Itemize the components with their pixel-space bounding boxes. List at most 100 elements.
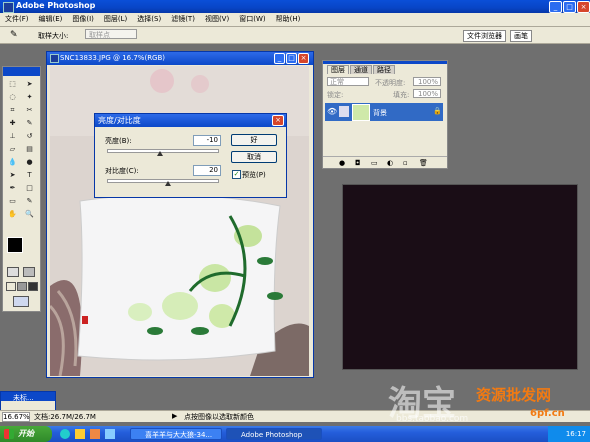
dodge-tool-icon[interactable]: ● (22, 157, 37, 168)
menu-edit[interactable]: 编辑(E) (34, 13, 68, 26)
status-arrow-icon[interactable]: ▶ (172, 412, 177, 420)
eraser-tool-icon[interactable]: ▱ (5, 144, 20, 155)
pen-tool-icon[interactable]: ✒ (5, 183, 20, 194)
move-tool-icon[interactable]: ➤ (22, 79, 37, 90)
layers-footer: ● ◘ ▭ ◐ ▫ 🗑 (323, 156, 447, 168)
zoom-field[interactable]: 16.67% (2, 412, 30, 422)
quickmask-mode-icon[interactable] (23, 267, 35, 277)
black-document-window (342, 184, 578, 370)
quicklaunch-media-icon[interactable] (90, 429, 100, 439)
menu-select[interactable]: 选择(S) (132, 13, 166, 26)
menu-file[interactable]: 文件(F) (0, 13, 34, 26)
screen-mode-2-icon[interactable] (17, 282, 27, 291)
eyedropper-icon[interactable]: ✎ (10, 30, 18, 40)
slice-tool-icon[interactable]: ✂ (22, 105, 37, 116)
dialog-title: 亮度/对比度 (98, 116, 141, 125)
brush-tool-icon[interactable]: ✎ (22, 118, 37, 129)
minimized-document[interactable]: 未标... (0, 391, 56, 411)
contrast-label: 对比度(C): (105, 167, 139, 175)
contrast-slider[interactable] (107, 179, 219, 183)
marquee-tool-icon[interactable]: ⬚ (5, 79, 20, 90)
lock-label: 锁定: (327, 91, 344, 99)
healing-brush-icon[interactable]: ✚ (5, 118, 20, 129)
minimize-button[interactable]: _ (549, 1, 562, 13)
adjustment-layer-icon[interactable]: ◐ (387, 159, 393, 167)
menu-window[interactable]: 窗口(W) (234, 13, 270, 26)
preview-checkbox[interactable]: ✓ (232, 170, 241, 179)
new-layer-icon[interactable]: ▫ (403, 159, 408, 167)
document-title: SNC13833.JPG @ 16.7%(RGB) (60, 54, 166, 62)
taskbar-item-photoshop[interactable]: Adobe Photoshop (226, 428, 322, 440)
quicklaunch-desktop-icon[interactable] (105, 429, 115, 439)
quicklaunch-folder-icon[interactable] (75, 429, 85, 439)
lasso-tool-icon[interactable]: ◌ (5, 92, 20, 103)
clone-stamp-icon[interactable]: ⊥ (5, 131, 20, 142)
magic-wand-icon[interactable]: ✦ (22, 92, 37, 103)
history-brush-icon[interactable]: ↺ (22, 131, 37, 142)
fill-label: 填充: (393, 91, 410, 99)
hand-tool-icon[interactable]: ✋ (5, 209, 20, 220)
contrast-slider-thumb[interactable] (164, 181, 171, 186)
notes-tool-icon[interactable]: ▭ (5, 196, 20, 207)
brushes-tab[interactable]: 画笔 (510, 30, 532, 42)
dialog-close-button[interactable]: × (272, 115, 284, 126)
brightness-slider-thumb[interactable] (156, 151, 163, 156)
opacity-input[interactable]: 100% (413, 77, 441, 86)
layer-mask-icon[interactable]: ◘ (355, 159, 361, 167)
menu-filter[interactable]: 滤镜(T) (166, 13, 200, 26)
zoom-tool-icon[interactable]: 🔍 (22, 209, 37, 220)
sample-size-select[interactable]: 取样点 (85, 29, 137, 39)
tab-channels[interactable]: 通道 (350, 65, 372, 74)
menu-bar: 文件(F) 编辑(E) 图像(I) 图层(L) 选择(S) 滤镜(T) 视图(V) 窗口(W)… (0, 13, 590, 27)
standard-mode-icon[interactable] (7, 267, 19, 277)
menu-image[interactable]: 图像(I) (67, 13, 99, 26)
fill-input[interactable]: 100% (413, 89, 441, 98)
taskbar-item-video[interactable]: 喜羊羊与大大狼-34... (130, 428, 222, 440)
brightness-input[interactable]: -10 (193, 135, 221, 146)
foreground-color-swatch[interactable] (7, 237, 23, 253)
document-titlebar: SNC13833.JPG @ 16.7%(RGB) _ □ × (47, 52, 313, 65)
quicklaunch-ie-icon[interactable] (60, 429, 70, 439)
shape-tool-icon[interactable]: □ (22, 183, 37, 194)
menu-layer[interactable]: 图层(L) (99, 13, 132, 26)
app-titlebar: Adobe Photoshop _ □ × (0, 0, 590, 13)
menu-help[interactable]: 帮助(H) (271, 13, 306, 26)
contrast-input[interactable]: 20 (193, 165, 221, 176)
eye-icon[interactable]: 👁 (327, 107, 337, 116)
trash-icon[interactable]: 🗑 (419, 159, 428, 167)
doc-size-text: 文档:26.7M/26.7M (34, 413, 96, 421)
layer-style-icon[interactable]: ● (339, 159, 345, 167)
ziyuan-watermark: 资源批发网 (476, 386, 552, 404)
blend-mode-select[interactable]: 正常 (327, 77, 369, 86)
eyedropper-tool-icon[interactable]: ✎ (22, 196, 37, 207)
tab-paths[interactable]: 路径 (373, 65, 395, 74)
cancel-button[interactable]: 取消 (231, 151, 277, 163)
new-set-icon[interactable]: ▭ (371, 159, 378, 167)
brightness-label: 亮度(B): (105, 137, 132, 145)
file-browser-tab[interactable]: 文件浏览器 (463, 30, 506, 42)
type-tool-icon[interactable]: T (22, 170, 37, 181)
sample-size-label: 取样大小: (38, 32, 69, 40)
doc-close-button[interactable]: × (298, 53, 309, 64)
jump-to-imageready-icon[interactable] (13, 296, 29, 307)
maximize-button[interactable]: □ (563, 1, 576, 13)
menu-view[interactable]: 视图(V) (200, 13, 234, 26)
status-hint: 点按图像以选取新颜色 (184, 413, 254, 421)
brightness-slider[interactable] (107, 149, 219, 153)
path-select-icon[interactable]: ➤ (5, 170, 20, 181)
blur-tool-icon[interactable]: 💧 (5, 157, 20, 168)
start-button[interactable]: 开始 (0, 426, 52, 442)
document-window: SNC13833.JPG @ 16.7%(RGB) _ □ × (46, 51, 314, 378)
layer-row-background[interactable]: 👁 背景 🔒 (325, 103, 443, 121)
tab-layers[interactable]: 图层 (327, 65, 349, 74)
close-button[interactable]: × (577, 1, 590, 13)
ok-button[interactable]: 好 (231, 134, 277, 146)
crop-tool-icon[interactable]: ⌗ (5, 105, 20, 116)
doc-maximize-button[interactable]: □ (286, 53, 297, 64)
screen-mode-1-icon[interactable] (6, 282, 16, 291)
gradient-tool-icon[interactable]: ▤ (22, 144, 37, 155)
screen-mode-3-icon[interactable] (28, 282, 38, 291)
app-title: Adobe Photoshop (16, 1, 96, 10)
minimized-title: 未标... (13, 394, 34, 402)
doc-minimize-button[interactable]: _ (274, 53, 285, 64)
